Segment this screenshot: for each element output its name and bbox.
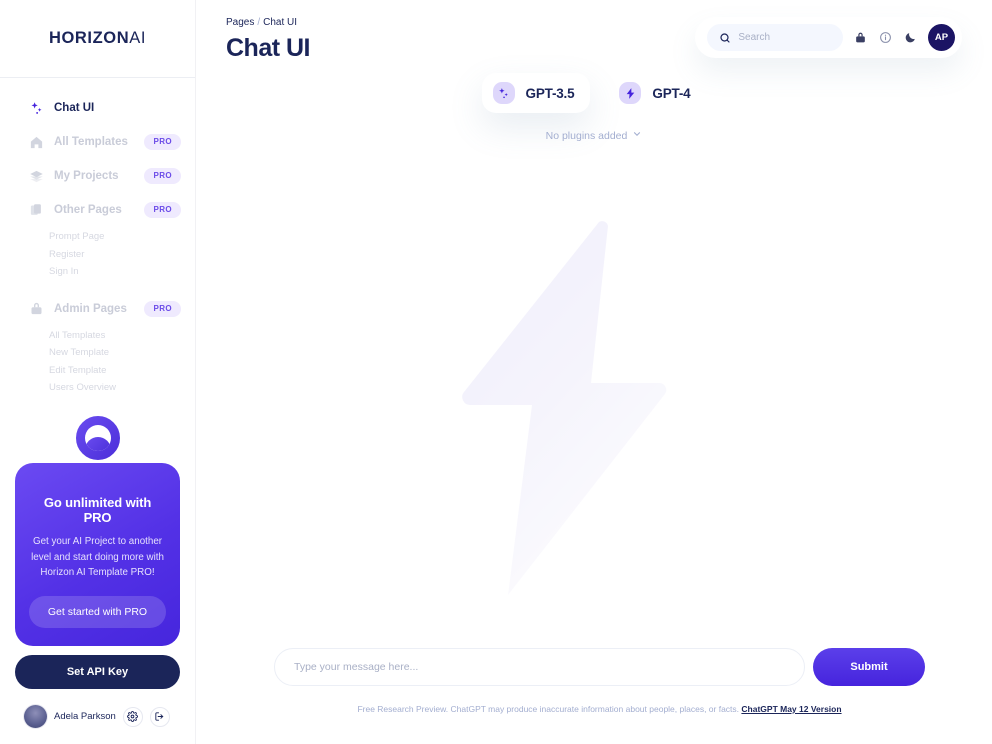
message-composer: Submit Free Research Preview. ChatGPT ma…	[196, 648, 992, 714]
app-root: HORIZONAI Chat UI All Templates PRO My P…	[0, 0, 992, 744]
horizon-mark-icon	[72, 413, 123, 464]
info-icon[interactable]	[878, 30, 893, 45]
breadcrumb-separator: /	[257, 17, 261, 28]
sidebar-item-label: Other Pages	[54, 204, 122, 216]
lightning-bolt-watermark-icon	[462, 221, 667, 595]
message-input[interactable]	[274, 648, 805, 686]
sidebar-item-admin-pages[interactable]: Admin Pages PRO	[0, 295, 195, 323]
sidebar-item-label: All Templates	[54, 136, 128, 148]
search-icon	[719, 30, 731, 45]
sidebar-subitem-new-template[interactable]: New Template	[49, 344, 195, 362]
user-profile: Adela Parkson	[0, 689, 195, 744]
pro-badge: PRO	[144, 202, 181, 218]
pro-badge: PRO	[144, 134, 181, 150]
chevron-down-icon	[632, 129, 642, 142]
get-started-pro-button[interactable]: Get started with PRO	[29, 596, 166, 628]
pages-icon	[28, 202, 44, 218]
model-label: GPT-4	[652, 85, 691, 101]
set-api-key-button[interactable]: Set API Key	[15, 655, 180, 689]
sidebar-item-all-templates[interactable]: All Templates PRO	[0, 128, 195, 156]
sidebar-item-label: Admin Pages	[54, 302, 127, 315]
disclaimer-text: Free Research Preview. ChatGPT may produ…	[357, 704, 740, 714]
gear-icon[interactable]	[122, 706, 143, 727]
sidebar-item-label: My Projects	[54, 170, 119, 182]
other-pages-sublist: Prompt Page Register Sign In	[0, 228, 195, 281]
sidebar-subitem-all-templates[interactable]: All Templates	[49, 327, 195, 345]
brand-logo-text: HORIZONAI	[49, 29, 146, 48]
brand-name-light: AI	[129, 29, 147, 47]
user-name: Adela Parkson	[54, 711, 116, 722]
model-option-gpt-4[interactable]: GPT-4	[608, 73, 706, 113]
pro-upsell-card: Go unlimited with PRO Get your AI Projec…	[0, 413, 195, 689]
bolt-icon	[619, 82, 642, 104]
sidebar-subitem-prompt-page[interactable]: Prompt Page	[49, 228, 195, 246]
sparkles-icon	[28, 100, 44, 116]
admin-pages-sublist: All Templates New Template Edit Template…	[0, 327, 195, 397]
model-label: GPT-3.5	[525, 85, 575, 101]
sidebar-subitem-sign-in[interactable]: Sign In	[49, 263, 195, 281]
sidebar: HORIZONAI Chat UI All Templates PRO My P…	[0, 0, 196, 744]
brand-logo[interactable]: HORIZONAI	[0, 0, 195, 78]
sparkles-icon	[492, 82, 515, 104]
top-bar: Pages / Chat UI Chat UI Search AP	[196, 0, 992, 63]
sidebar-subitem-edit-template[interactable]: Edit Template	[49, 362, 195, 380]
main-content: Pages / Chat UI Chat UI Search AP GPT-3.…	[196, 0, 992, 744]
header-left: Pages / Chat UI Chat UI	[226, 17, 311, 63]
breadcrumb-current[interactable]: Chat UI	[263, 17, 297, 28]
disclaimer: Free Research Preview. ChatGPT may produ…	[274, 704, 925, 714]
chatgpt-version-link[interactable]: ChatGPT May 12 Version	[741, 704, 841, 714]
lock-icon	[28, 301, 44, 317]
pro-card-body: Get your AI Project to another level and…	[31, 536, 164, 578]
header-actions: AP	[695, 17, 962, 58]
avatar[interactable]: AP	[928, 24, 955, 51]
breadcrumb: Pages / Chat UI	[226, 17, 310, 28]
sidebar-item-label: Chat UI	[54, 102, 95, 114]
search-box[interactable]	[707, 24, 843, 51]
logout-icon[interactable]	[149, 706, 170, 727]
model-selector: GPT-3.5 GPT-4	[196, 73, 992, 113]
home-icon	[28, 134, 44, 150]
pro-badge: PRO	[144, 300, 181, 317]
pro-card-title: Go unlimited with PRO	[43, 495, 152, 526]
plugins-label: No plugins added	[545, 129, 628, 142]
layers-icon	[28, 168, 44, 184]
avatar[interactable]	[24, 705, 47, 728]
brand-name-bold: HORIZON	[48, 29, 130, 47]
breadcrumb-parent[interactable]: Pages	[226, 17, 254, 28]
search-input[interactable]	[738, 32, 829, 43]
sidebar-item-my-projects[interactable]: My Projects PRO	[0, 162, 195, 190]
sidebar-item-other-pages[interactable]: Other Pages PRO	[0, 196, 195, 224]
sidebar-subitem-register[interactable]: Register	[49, 246, 195, 264]
model-option-gpt-3-5[interactable]: GPT-3.5	[481, 73, 591, 113]
submit-button[interactable]: Submit	[813, 648, 925, 686]
sidebar-subitem-users-overview[interactable]: Users Overview	[49, 379, 195, 397]
sidebar-item-chat-ui[interactable]: Chat UI	[0, 94, 195, 122]
plugins-dropdown[interactable]: No plugins added	[196, 129, 992, 142]
pro-badge: PRO	[144, 168, 181, 184]
page-title: Chat UI	[226, 34, 311, 62]
lock-icon[interactable]	[853, 30, 868, 45]
moon-icon[interactable]	[903, 30, 918, 45]
sidebar-nav: Chat UI All Templates PRO My Projects PR…	[0, 78, 195, 411]
